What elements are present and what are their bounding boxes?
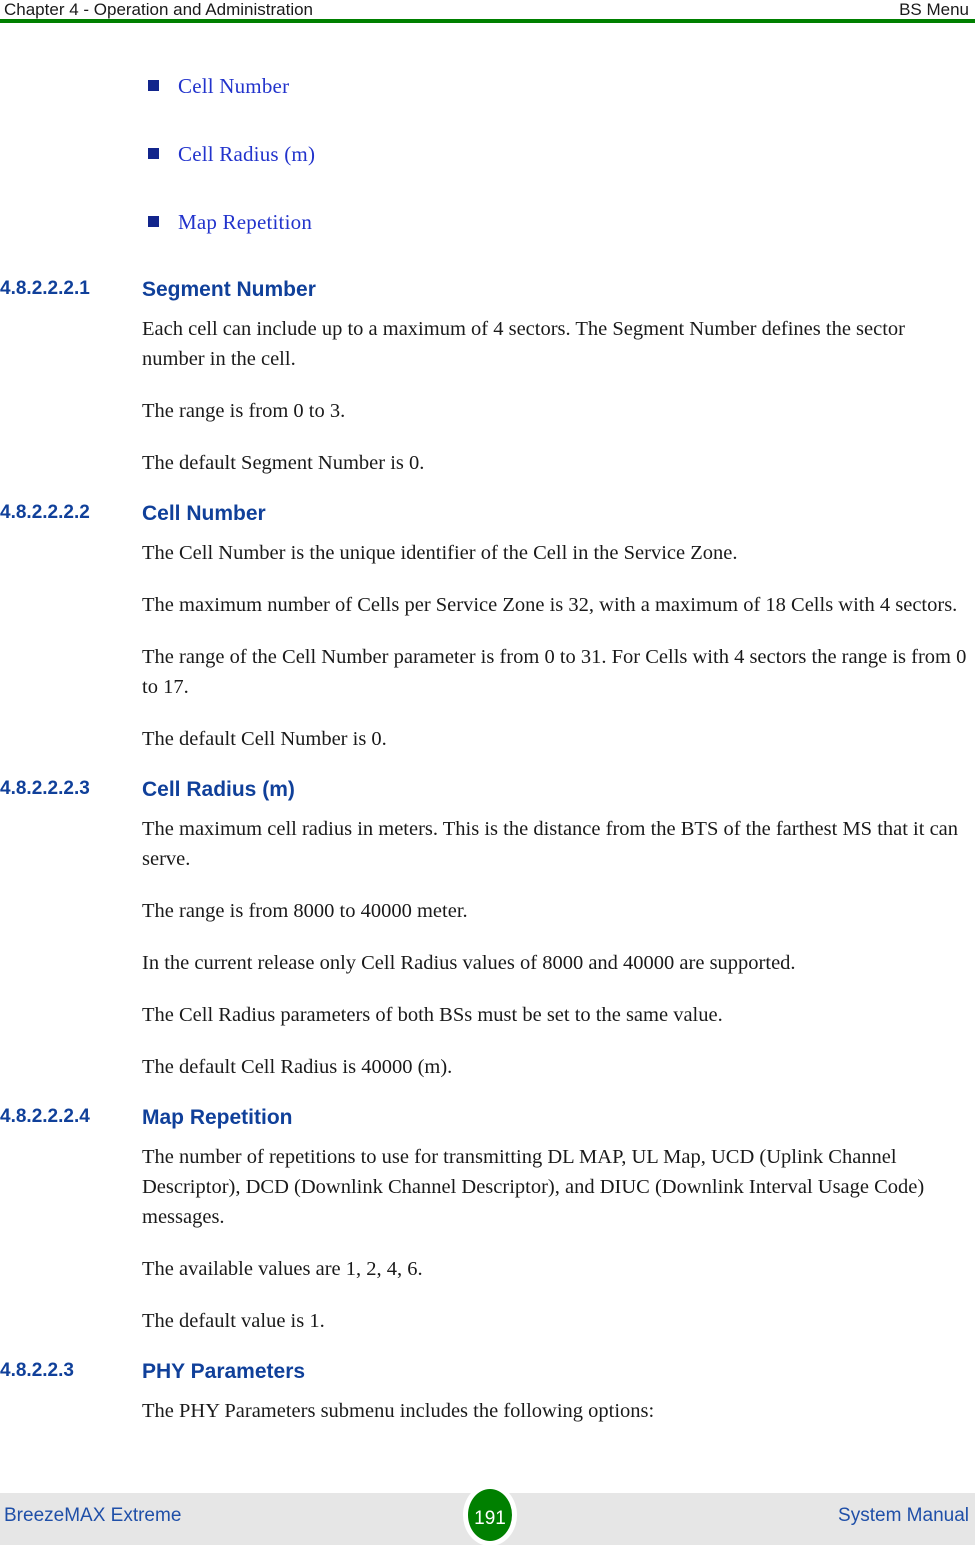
footer-document-type: System Manual [838,1505,969,1526]
page-content: Cell Number Cell Radius (m) Map Repetiti… [0,23,975,1426]
paragraph: The available values are 1, 2, 4, 6. [142,1258,423,1280]
section-heading: 4.8.2.2.2.2 Cell Number [0,502,975,532]
paragraph: The default Segment Number is 0. [142,452,425,474]
paragraph: The range is from 8000 to 40000 meter. [142,900,468,922]
paragraph: The maximum cell radius in meters. This … [142,818,959,870]
page-footer: BreezeMAX Extreme 191 System Manual [0,1484,975,1546]
section-heading: 4.8.2.2.2.4 Map Repetition [0,1106,975,1136]
square-bullet-icon [148,80,159,91]
section-phy-parameters: 4.8.2.2.3 PHY Parameters The PHY Paramet… [0,1360,975,1426]
section-title: Segment Number [142,278,316,301]
section-body: The number of repetitions to use for tra… [0,1142,975,1336]
paragraph: The default value is 1. [142,1310,325,1332]
footer-product-name: BreezeMAX Extreme [4,1505,182,1526]
section-map-repetition: 4.8.2.2.2.4 Map Repetition The number of… [0,1106,975,1336]
paragraph: The Cell Number is the unique identifier… [142,542,738,564]
list-item: Map Repetition [0,210,975,234]
paragraph: The PHY Parameters submenu includes the … [142,1400,655,1422]
paragraph: The maximum number of Cells per Service … [142,594,958,616]
section-body: Each cell can include up to a maximum of… [0,314,975,478]
section-heading: 4.8.2.2.2.3 Cell Radius (m) [0,778,975,808]
section-body: The Cell Number is the unique identifier… [0,538,975,754]
section-title: PHY Parameters [142,1360,306,1383]
square-bullet-icon [148,216,159,227]
paragraph: In the current release only Cell Radius … [142,952,796,974]
section-title: Cell Number [142,502,266,525]
section-number: 4.8.2.2.2.2 [0,502,90,523]
section-number: 4.8.2.2.3 [0,1360,74,1381]
header-section-title: BS Menu [899,0,969,19]
page-number: 191 [474,1508,506,1529]
section-segment-number: 4.8.2.2.2.1 Segment Number Each cell can… [0,278,975,478]
header-chapter-title: Chapter 4 - Operation and Administration [4,0,314,19]
square-bullet-icon [148,148,159,159]
paragraph: Each cell can include up to a maximum of… [142,318,906,370]
paragraph: The range of the Cell Number parameter i… [142,646,967,698]
list-item: Cell Number [0,74,975,98]
section-heading: 4.8.2.2.2.1 Segment Number [0,278,975,308]
section-body: The maximum cell radius in meters. This … [0,814,975,1082]
option-bullet-list: Cell Number Cell Radius (m) Map Repetiti… [0,23,975,234]
paragraph: The range is from 0 to 3. [142,400,346,422]
paragraph: The Cell Radius parameters of both BSs m… [142,1004,723,1026]
page-number-badge: 191 [463,1484,517,1546]
section-title: Cell Radius (m) [142,778,295,801]
section-heading: 4.8.2.2.3 PHY Parameters [0,1360,975,1390]
section-number: 4.8.2.2.2.4 [0,1106,90,1127]
list-item: Cell Radius (m) [0,142,975,166]
section-title: Map Repetition [142,1106,293,1129]
paragraph: The default Cell Radius is 40000 (m). [142,1056,453,1078]
section-cell-radius: 4.8.2.2.2.3 Cell Radius (m) The maximum … [0,778,975,1082]
paragraph: The number of repetitions to use for tra… [142,1146,925,1228]
section-number: 4.8.2.2.2.3 [0,778,90,799]
list-item-label: Cell Number [178,74,290,98]
section-body: The PHY Parameters submenu includes the … [0,1396,975,1426]
list-item-label: Map Repetition [178,210,313,234]
section-cell-number: 4.8.2.2.2.2 Cell Number The Cell Number … [0,502,975,754]
list-item-label: Cell Radius (m) [178,142,316,166]
paragraph: The default Cell Number is 0. [142,728,387,750]
section-number: 4.8.2.2.2.1 [0,278,90,299]
